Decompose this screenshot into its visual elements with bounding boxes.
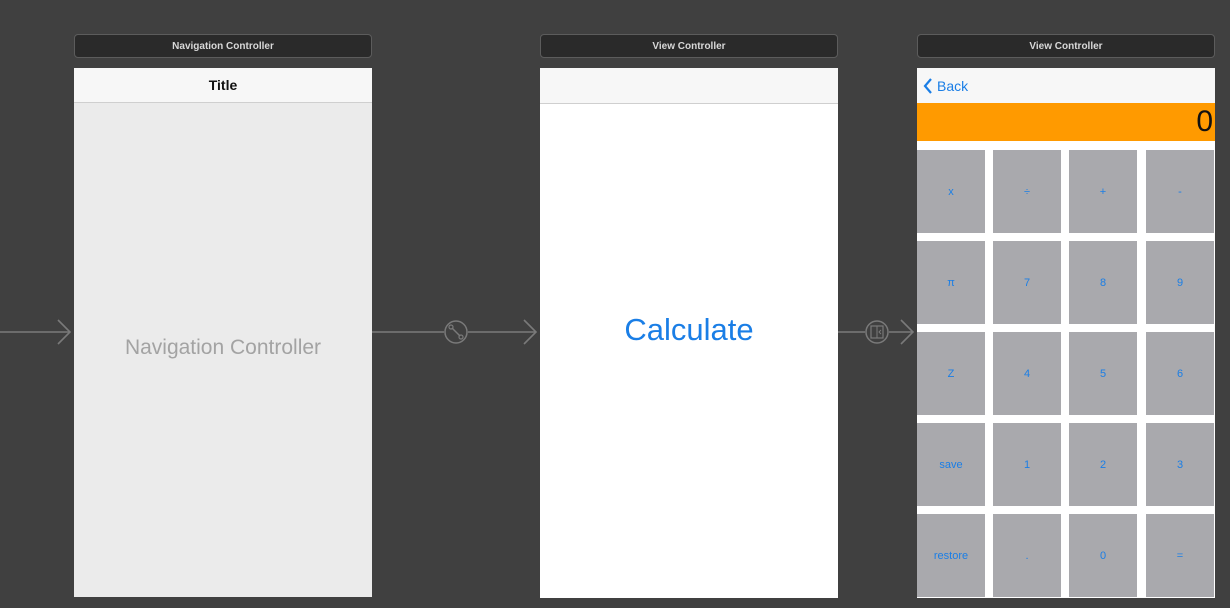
key-button[interactable]: 9 — [1146, 241, 1214, 324]
key-button[interactable]: 2 — [1069, 423, 1137, 506]
key-button[interactable]: 3 — [1146, 423, 1214, 506]
view-controller-scene-header[interactable]: View Controller — [540, 34, 838, 58]
key-button[interactable]: = — [1146, 514, 1214, 597]
key-button[interactable]: 0 — [1069, 514, 1137, 597]
key-button[interactable]: Z — [917, 332, 985, 415]
key-button[interactable]: ÷ — [993, 150, 1061, 233]
key-button[interactable]: 5 — [1069, 332, 1137, 415]
calculate-button[interactable]: Calculate — [540, 312, 838, 348]
navigation-controller-scene-header[interactable]: Navigation Controller — [74, 34, 372, 58]
key-button[interactable]: π — [917, 241, 985, 324]
key-button[interactable]: 7 — [993, 241, 1061, 324]
link-icon[interactable] — [444, 320, 468, 344]
calculator-display: 0 — [917, 103, 1215, 141]
view-controller-scene[interactable]: Calculate — [540, 68, 838, 598]
navigation-bar: Back — [917, 68, 1215, 103]
key-button[interactable]: restore — [917, 514, 985, 597]
key-button[interactable]: x — [917, 150, 985, 233]
key-button[interactable]: . — [993, 514, 1061, 597]
display-value: 0 — [1196, 105, 1213, 138]
chevron-left-icon — [923, 77, 932, 94]
back-button[interactable]: Back — [923, 78, 968, 94]
navigation-bar — [540, 68, 838, 104]
show-segue-icon[interactable] — [865, 320, 889, 344]
navigation-bar-title: Title — [208, 77, 238, 93]
key-button[interactable]: + — [1069, 150, 1137, 233]
navigation-controller-placeholder: Navigation Controller — [124, 336, 322, 359]
key-button[interactable]: save — [917, 423, 985, 506]
calculator-scene-header[interactable]: View Controller — [917, 34, 1215, 58]
key-button[interactable]: 1 — [993, 423, 1061, 506]
key-button[interactable]: - — [1146, 150, 1214, 233]
key-button[interactable]: 4 — [993, 332, 1061, 415]
navigation-controller-scene[interactable]: Title Navigation Controller — [74, 68, 372, 597]
key-button[interactable]: 8 — [1069, 241, 1137, 324]
back-button-label: Back — [937, 77, 969, 94]
key-button[interactable]: 6 — [1146, 332, 1214, 415]
calculator-scene[interactable]: Back 0 x ÷ + - π 7 8 9 Z 4 5 6 save 1 2 3 restore. 0 = — [917, 68, 1215, 598]
navigation-bar: Title — [74, 68, 372, 103]
